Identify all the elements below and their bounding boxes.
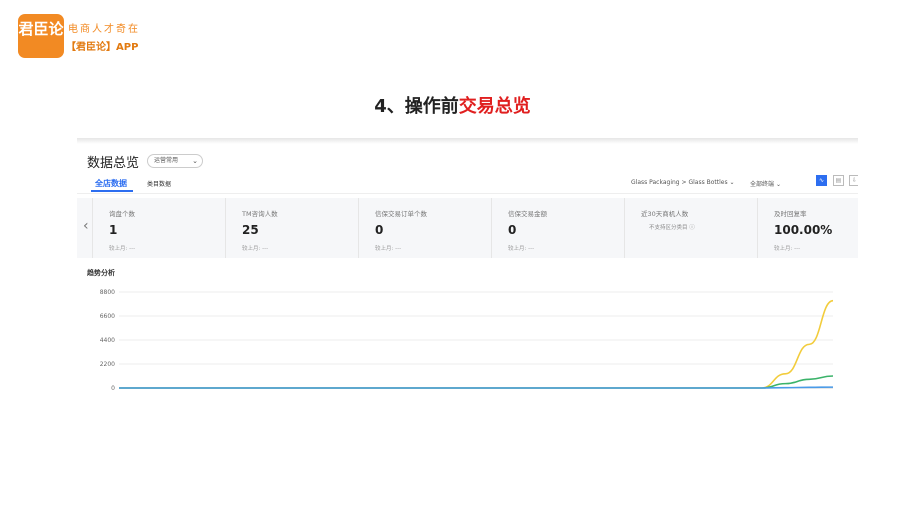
y-tick-label: 2200 (100, 361, 115, 368)
mode-dropdown[interactable]: 运营常用 ⌄ (147, 154, 203, 168)
mode-dropdown-label: 运营常用 (154, 157, 179, 164)
tab-category-data[interactable]: 类目数据 (147, 179, 171, 188)
metric-note: 不支持区分类目 ⓘ (649, 223, 695, 231)
tab-divider (77, 193, 858, 194)
active-tab-indicator (91, 190, 133, 192)
y-tick-label: 6600 (100, 313, 115, 320)
y-tick-label: 0 (111, 385, 115, 392)
logo-text: 君臣论 (18, 20, 64, 38)
metric-note-text: 不支持区分类目 (649, 225, 688, 231)
metric-value: 1 (109, 223, 118, 237)
tab-store-data[interactable]: 全店数据 (95, 178, 127, 189)
table-view-icon[interactable]: ▤ (833, 175, 844, 186)
metric-compare: 较上月: --- (508, 246, 535, 252)
series-line (118, 299, 834, 389)
series-line (118, 386, 834, 389)
category-filter[interactable]: Glass Packaging > Glass Bottles ⌄ (631, 179, 735, 186)
channel-filter[interactable]: 全部终端 ⌄ (750, 179, 781, 188)
metric-label: 信保交易金额 (508, 210, 547, 218)
metric-compare: 较上月: --- (774, 246, 801, 252)
metric-label: 近30天商机人数 (641, 210, 689, 218)
slide-title-highlight: 交易总览 (458, 96, 531, 117)
metrics-row: ‹ 询盘个数 1 较上月: --- TM咨询人数 25 较上月: --- 信保交… (77, 198, 858, 258)
metric-compare: 较上月: --- (375, 246, 402, 252)
series-line (118, 375, 834, 389)
metric-card: 近30天商机人数 不支持区分类目 ⓘ (624, 198, 758, 258)
brand-slogan: 电商人才奇在 (68, 24, 140, 35)
metric-label: 询盘个数 (109, 210, 135, 218)
trend-analysis-label: 趋势分析 (87, 269, 115, 277)
chevron-down-icon: ⌄ (192, 157, 198, 165)
metric-label: 信保交易订单个数 (375, 210, 427, 218)
export-icon[interactable]: ⇩ (849, 175, 858, 186)
chevron-down-icon: ⌄ (729, 179, 735, 186)
line-chart-icon[interactable]: ∿ (816, 175, 827, 186)
trend-line-chart: 0 2200 4400 6600 8800 (100, 289, 834, 392)
logo-subtitle: 人才选拔 (30, 49, 51, 55)
slide-title: 4、操作前交易总览 (0, 92, 905, 118)
chevron-down-icon: ⌄ (775, 181, 781, 188)
metric-compare: 较上月: --- (109, 246, 136, 252)
panel-top-shadow (77, 138, 858, 144)
metric-card: 信保交易订单个数 0 较上月: --- (358, 198, 492, 258)
app-name: 【君臣论】APP (66, 42, 139, 53)
slide-title-prefix: 4、操作前 (374, 96, 459, 117)
metric-card: 及时回复率 100.00% 较上月: --- (757, 198, 858, 258)
metric-value: 100.00% (774, 223, 833, 237)
metric-label: 及时回复率 (774, 210, 807, 218)
metric-value: 0 (375, 223, 384, 237)
metric-card: TM咨询人数 25 较上月: --- (225, 198, 359, 258)
y-tick-label: 8800 (100, 289, 115, 296)
help-icon[interactable]: ⓘ (689, 225, 695, 231)
metric-card: 询盘个数 1 较上月: --- (92, 198, 226, 258)
metric-label: TM咨询人数 (242, 210, 278, 218)
metric-value: 0 (508, 223, 517, 237)
metric-value: 25 (242, 223, 259, 237)
category-filter-label: Glass Packaging > Glass Bottles (631, 179, 728, 186)
metric-compare: 较上月: --- (242, 246, 269, 252)
dashboard-panel: 数据总览 运营常用 ⌄ 全店数据 类目数据 Glass Packaging > G… (77, 138, 858, 396)
channel-filter-label: 全部终端 (750, 181, 775, 188)
y-tick-label: 4400 (100, 337, 115, 344)
metric-card: 信保交易金额 0 较上月: --- (491, 198, 625, 258)
chevron-left-icon[interactable]: ‹ (83, 218, 89, 234)
dashboard-title: 数据总览 (87, 156, 140, 171)
